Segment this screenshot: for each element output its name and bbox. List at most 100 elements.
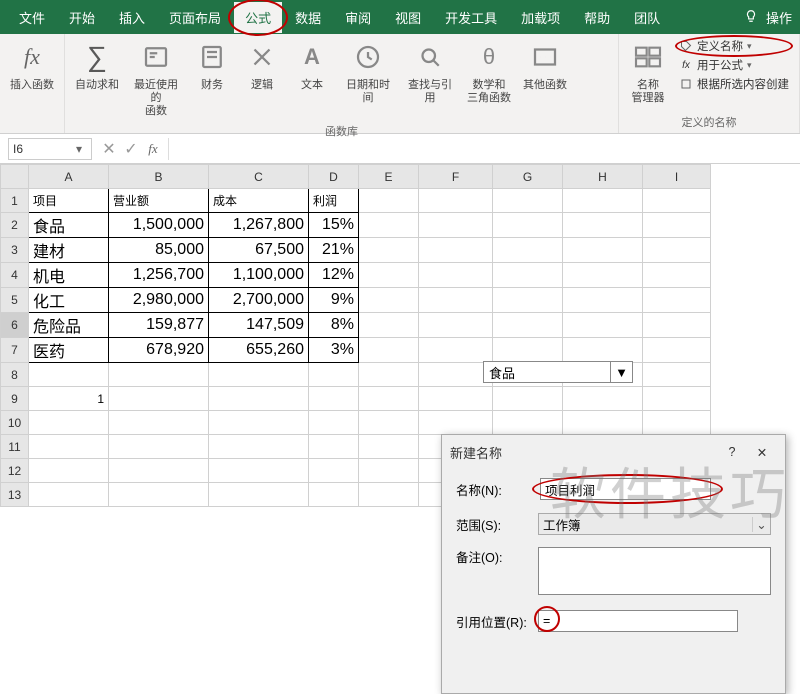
- cell[interactable]: [359, 387, 419, 411]
- tab-team[interactable]: 团队: [623, 2, 671, 33]
- cell[interactable]: 食品: [29, 213, 109, 238]
- cell[interactable]: 2,980,000: [109, 288, 209, 313]
- cell[interactable]: [419, 263, 493, 288]
- row-header[interactable]: 11: [1, 435, 29, 459]
- cell[interactable]: [563, 263, 643, 288]
- tab-file[interactable]: 文件: [8, 2, 56, 33]
- scope-dropdown-arrow[interactable]: ⌄: [752, 517, 770, 532]
- cell[interactable]: [209, 459, 309, 483]
- cell[interactable]: [209, 411, 309, 435]
- recent-functions-button[interactable]: 最近使用的 函数: [125, 36, 187, 121]
- row-header[interactable]: 5: [1, 288, 29, 313]
- cell[interactable]: [563, 238, 643, 263]
- cell[interactable]: [309, 459, 359, 483]
- row-header[interactable]: 4: [1, 263, 29, 288]
- scope-select[interactable]: 工作簿 ⌄: [538, 513, 771, 535]
- cell[interactable]: [419, 411, 493, 435]
- cell[interactable]: [419, 363, 493, 387]
- cell[interactable]: [419, 189, 493, 213]
- datetime-button[interactable]: 日期和时间: [337, 36, 399, 107]
- cell[interactable]: [359, 411, 419, 435]
- col-header[interactable]: I: [643, 165, 711, 189]
- cell[interactable]: [643, 338, 711, 363]
- name-manager-button[interactable]: 名称 管理器: [623, 36, 673, 107]
- cell[interactable]: [29, 435, 109, 459]
- cell[interactable]: 85,000: [109, 238, 209, 263]
- cell[interactable]: [359, 263, 419, 288]
- cell[interactable]: [309, 483, 359, 507]
- cell[interactable]: 危险品: [29, 313, 109, 338]
- cell[interactable]: [359, 435, 419, 459]
- other-functions-button[interactable]: 其他函数: [517, 36, 573, 94]
- cell[interactable]: 655,260: [209, 338, 309, 363]
- cell[interactable]: 3%: [309, 338, 359, 363]
- dialog-help-button[interactable]: ?: [717, 441, 747, 463]
- col-header[interactable]: G: [493, 165, 563, 189]
- autosum-button[interactable]: ∑ 自动求和: [69, 36, 125, 94]
- col-header[interactable]: A: [29, 165, 109, 189]
- tab-data[interactable]: 数据: [284, 2, 332, 33]
- cell[interactable]: 1,500,000: [109, 213, 209, 238]
- col-header[interactable]: F: [419, 165, 493, 189]
- cell[interactable]: [563, 313, 643, 338]
- cell[interactable]: 12%: [309, 263, 359, 288]
- cell[interactable]: [309, 435, 359, 459]
- cell[interactable]: [29, 363, 109, 387]
- cell[interactable]: [493, 189, 563, 213]
- row-header[interactable]: 3: [1, 238, 29, 263]
- cell[interactable]: [29, 459, 109, 483]
- cell[interactable]: 项目: [29, 189, 109, 213]
- cell[interactable]: [643, 213, 711, 238]
- cell[interactable]: [359, 213, 419, 238]
- row-header[interactable]: 9: [1, 387, 29, 411]
- cell[interactable]: [643, 238, 711, 263]
- mathtrig-button[interactable]: θ 数学和 三角函数: [461, 36, 517, 107]
- cell[interactable]: 15%: [309, 213, 359, 238]
- logical-button[interactable]: 逻辑: [237, 36, 287, 94]
- cell[interactable]: [643, 189, 711, 213]
- tell-me-label[interactable]: 操作: [766, 8, 792, 27]
- cancel-button[interactable]: ✕: [98, 138, 120, 160]
- cell[interactable]: [493, 288, 563, 313]
- cell[interactable]: 147,509: [209, 313, 309, 338]
- cell[interactable]: 9%: [309, 288, 359, 313]
- col-header[interactable]: E: [359, 165, 419, 189]
- lookup-button[interactable]: 查找与引用: [399, 36, 461, 107]
- row-header[interactable]: 8: [1, 363, 29, 387]
- cell[interactable]: [563, 387, 643, 411]
- tab-developer[interactable]: 开发工具: [434, 2, 508, 33]
- tab-help[interactable]: 帮助: [573, 2, 621, 33]
- tab-addins[interactable]: 加载项: [510, 2, 571, 33]
- use-in-formula-button[interactable]: fx 用于公式 ▾: [679, 57, 789, 73]
- cell[interactable]: [493, 213, 563, 238]
- row-header[interactable]: 13: [1, 483, 29, 507]
- cell[interactable]: [419, 288, 493, 313]
- cell[interactable]: [359, 363, 419, 387]
- col-header[interactable]: [1, 165, 29, 189]
- text-button[interactable]: A 文本: [287, 36, 337, 94]
- row-header[interactable]: 2: [1, 213, 29, 238]
- cell[interactable]: [493, 338, 563, 363]
- cell[interactable]: [359, 338, 419, 363]
- combobox-arrow[interactable]: ▼: [610, 362, 632, 382]
- name-box[interactable]: I6 ▾: [8, 138, 92, 160]
- cell[interactable]: [109, 435, 209, 459]
- cell[interactable]: [419, 338, 493, 363]
- cell[interactable]: [493, 238, 563, 263]
- tab-insert[interactable]: 插入: [108, 2, 156, 33]
- col-header[interactable]: B: [109, 165, 209, 189]
- cell[interactable]: 医药: [29, 338, 109, 363]
- cell[interactable]: 21%: [309, 238, 359, 263]
- cell[interactable]: 1,256,700: [109, 263, 209, 288]
- create-from-selection-button[interactable]: 根据所选内容创建: [679, 76, 789, 92]
- cell[interactable]: [109, 483, 209, 507]
- cell[interactable]: 1,100,000: [209, 263, 309, 288]
- cell[interactable]: 67,500: [209, 238, 309, 263]
- cell[interactable]: [643, 411, 711, 435]
- dialog-titlebar[interactable]: 新建名称 ? ✕: [442, 435, 785, 469]
- fx-button[interactable]: fx: [142, 138, 164, 160]
- cell[interactable]: 2,700,000: [209, 288, 309, 313]
- cell[interactable]: 营业额: [109, 189, 209, 213]
- cell[interactable]: 8%: [309, 313, 359, 338]
- cell[interactable]: [563, 189, 643, 213]
